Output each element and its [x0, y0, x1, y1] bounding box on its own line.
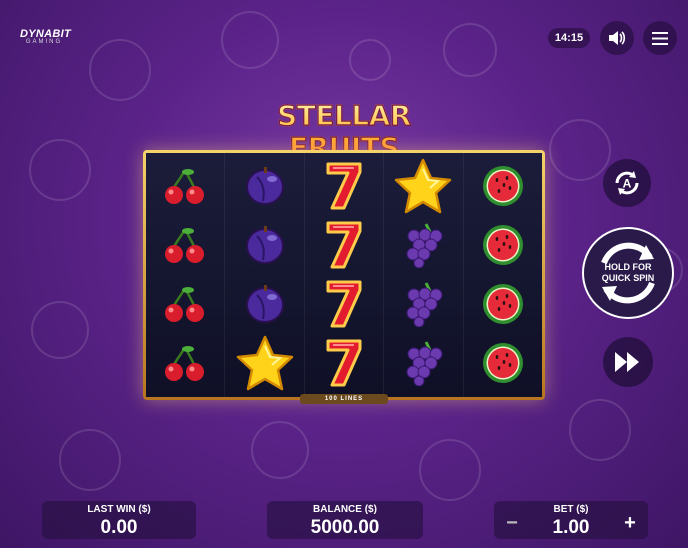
seven-symbol-icon: [305, 157, 383, 215]
grapes-symbol-icon: [384, 275, 462, 333]
bet-decrease-button[interactable]: −: [502, 512, 522, 535]
reel-4: [383, 153, 462, 397]
watermelon-symbol-icon: [464, 216, 542, 274]
reel-frame: [143, 150, 545, 400]
reel-2: [224, 153, 303, 397]
grapes-symbol-icon: [384, 334, 462, 392]
star-symbol-icon: [384, 157, 462, 215]
last-win-value: 0.00: [100, 517, 138, 538]
hamburger-icon: [652, 31, 668, 45]
reel-3: [303, 153, 383, 397]
balance-value: 5000.00: [310, 517, 380, 538]
game-title: STELLAR FRUITS 100: [234, 99, 454, 181]
plum-symbol-icon: [225, 275, 303, 333]
seven-symbol-icon: [305, 216, 383, 274]
watermelon-symbol-icon: [464, 275, 542, 333]
plum-symbol-icon: [225, 157, 303, 215]
menu-button[interactable]: [643, 21, 677, 55]
fast-forward-icon: [615, 352, 639, 372]
reel-grid: [146, 153, 542, 397]
speaker-icon: [609, 31, 626, 45]
reel-5: [462, 153, 542, 397]
clock: 14:15: [548, 28, 590, 48]
balance-label: BALANCE ($): [313, 504, 377, 515]
last-win-label: LAST WIN ($): [87, 504, 151, 515]
spin-button[interactable]: HOLD FOR QUICK SPIN: [582, 227, 674, 319]
last-win-panel: LAST WIN ($) 0.00: [42, 501, 196, 539]
bet-increase-button[interactable]: +: [620, 512, 640, 535]
cherry-symbol-icon: [146, 216, 224, 274]
cherry-symbol-icon: [146, 157, 224, 215]
grapes-symbol-icon: [384, 216, 462, 274]
star-symbol-icon: [225, 334, 303, 392]
seven-symbol-icon: [305, 334, 383, 392]
cherry-symbol-icon: [146, 275, 224, 333]
balance-panel: BALANCE ($) 5000.00: [267, 501, 423, 539]
autoplay-button[interactable]: A: [603, 159, 651, 207]
logo-sub: GAMING: [25, 39, 63, 45]
svg-text:A: A: [623, 177, 632, 191]
lines-label: 100 LINES: [300, 394, 388, 404]
turbo-button[interactable]: [603, 337, 653, 387]
dynabit-logo: DYNABIT GAMING: [20, 28, 71, 45]
cherry-symbol-icon: [146, 334, 224, 392]
seven-symbol-icon: [305, 275, 383, 333]
autoplay-icon: A: [615, 171, 639, 195]
reel-1: [146, 153, 224, 397]
hold-label-line2: QUICK SPIN: [601, 273, 655, 283]
watermelon-symbol-icon: [464, 157, 542, 215]
watermelon-symbol-icon: [464, 334, 542, 392]
plum-symbol-icon: [225, 216, 303, 274]
sound-button[interactable]: [600, 21, 634, 55]
hold-label-line1: HOLD FOR: [604, 262, 652, 272]
